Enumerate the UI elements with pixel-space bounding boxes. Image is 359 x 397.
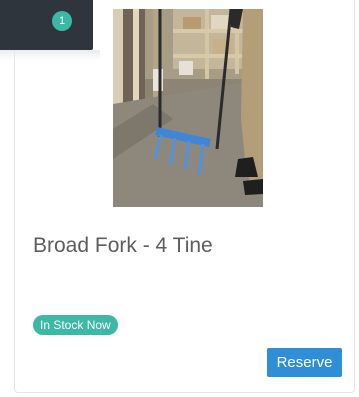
reserve-button[interactable]: Reserve [267,348,342,377]
product-title[interactable]: Broad Fork - 4 Tine [33,234,213,258]
cart-count-badge: 1 [52,11,72,31]
cart-tab[interactable]: 1 [0,0,93,50]
product-image[interactable] [113,9,263,207]
product-photo [113,9,263,207]
stock-status-badge: In Stock Now [33,315,118,335]
cart-tab-shadow [0,50,100,60]
